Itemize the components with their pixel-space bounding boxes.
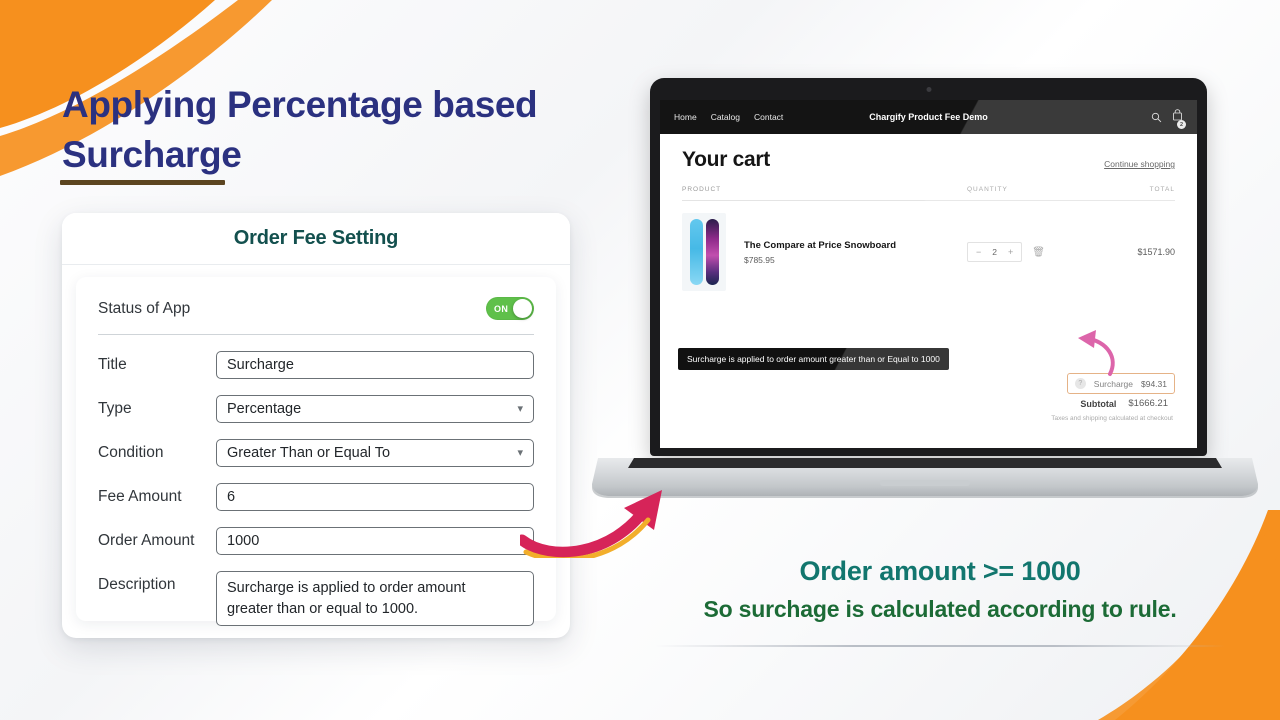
nav-link-contact[interactable]: Contact [754, 112, 783, 122]
nav-link-catalog[interactable]: Catalog [711, 112, 740, 122]
product-name[interactable]: The Compare at Price Snowboard [744, 240, 967, 251]
status-label: Status of App [98, 299, 191, 317]
caption-divider [655, 645, 1225, 647]
field-row-type: Type Percentage ▾ [98, 395, 534, 423]
quantity-stepper[interactable]: − 2 + [967, 242, 1023, 262]
status-of-app-row: Status of App ON [98, 291, 534, 335]
order-amount-input-value: 1000 [227, 533, 260, 549]
trash-icon[interactable]: 🗑 [1032, 247, 1045, 258]
field-label-title: Title [98, 356, 127, 373]
chevron-down-icon: ▾ [517, 446, 523, 459]
pointer-arrow-to-tooltip [1078, 330, 1115, 376]
cart-header-row: Your cart Continue shopping [682, 148, 1175, 172]
nav-links: Home Catalog Contact [674, 112, 783, 122]
left-content-column: Applying Percentage based Surcharge Orde… [0, 0, 600, 720]
cart-title: Your cart [682, 148, 770, 171]
webcam-icon [926, 87, 931, 92]
title-input-value: Surcharge [227, 357, 294, 373]
surcharge-value: $94.31 [1141, 378, 1167, 389]
taxes-note: Taxes and shipping calculated at checkou… [1051, 415, 1173, 422]
laptop-lid: Home Catalog Contact Chargify Product Fe… [650, 78, 1207, 456]
laptop-screen: Home Catalog Contact Chargify Product Fe… [660, 100, 1197, 448]
store-brand-title: Chargify Product Fee Demo [869, 112, 988, 122]
nav-link-home[interactable]: Home [674, 112, 697, 122]
caption-line-1: Order amount >= 1000 [799, 556, 1081, 586]
quantity-increment-button[interactable]: + [1008, 247, 1013, 257]
field-row-order-amount: Order Amount 1000 [98, 527, 534, 555]
chevron-down-icon: ▾ [517, 402, 523, 415]
card-header: Order Fee Setting [62, 213, 570, 265]
caption-block: Order amount >= 1000 So surchage is calc… [640, 556, 1240, 623]
column-header-product: PRODUCT [682, 186, 722, 193]
cart-line-item: The Compare at Price Snowboard $785.95 −… [682, 201, 1175, 307]
page-title: Applying Percentage based Surcharge [62, 84, 538, 176]
type-select-value: Percentage [227, 401, 302, 417]
condition-select[interactable]: Greater Than or Equal To ▾ [216, 439, 534, 467]
cart-count-badge: 2 [1177, 120, 1186, 129]
field-row-description: Description Surcharge is applied to orde… [98, 571, 534, 627]
snowboard-purple-image [705, 219, 719, 285]
nav-icons: 2 [1151, 108, 1186, 129]
description-textarea[interactable]: Surcharge is applied to order amount gre… [216, 571, 534, 627]
line-item-total: $1571.90 [1137, 247, 1175, 257]
cart-column-headers: PRODUCT QUANTITY TOTAL [682, 186, 1175, 201]
field-row-fee-amount: Fee Amount 6 [98, 483, 534, 511]
storefront-nav: Home Catalog Contact Chargify Product Fe… [660, 100, 1197, 134]
cart-icon-wrap[interactable]: 2 [1172, 108, 1186, 129]
continue-shopping-link[interactable]: Continue shopping [1104, 159, 1175, 172]
caption-line-2: So surchage is calculated according to r… [703, 596, 1177, 622]
field-row-condition: Condition Greater Than or Equal To ▾ [98, 439, 534, 467]
fee-amount-input[interactable]: 6 [216, 483, 534, 511]
field-label-description: Description [98, 576, 176, 593]
product-thumbnail[interactable] [682, 213, 726, 291]
field-row-title: Title Surcharge [98, 351, 534, 379]
card-title: Order Fee Setting [233, 227, 399, 249]
subtotal-row: Subtotal $1666.21 [1080, 398, 1175, 409]
type-select[interactable]: Percentage ▾ [216, 395, 534, 423]
subtotal-label: Subtotal [1080, 398, 1117, 409]
field-label-fee-amount: Fee Amount [98, 488, 182, 505]
subtotal-value: $1666.21 [1128, 398, 1168, 409]
order-fee-setting-card: Order Fee Setting Status of App ON Title… [62, 213, 570, 638]
search-icon[interactable] [1151, 112, 1162, 123]
condition-select-value: Greater Than or Equal To [227, 445, 391, 461]
toggle-state-label: ON [494, 303, 509, 314]
quantity-cell: − 2 + 🗑 [967, 242, 1097, 262]
product-unit-price: $785.95 [744, 254, 775, 265]
pointer-arrow-to-laptop [520, 490, 662, 558]
toggle-knob [513, 299, 532, 318]
laptop-mockup: Home Catalog Contact Chargify Product Fe… [590, 78, 1260, 498]
description-textarea-value: Surcharge is applied to order amount gre… [227, 580, 466, 617]
quantity-decrement-button[interactable]: − [976, 247, 981, 257]
app-status-toggle[interactable]: ON [486, 297, 534, 320]
cart-page: Your cart Continue shopping PRODUCT QUAN… [660, 134, 1197, 448]
card-body: Status of App ON Title Surcharge Type Pe… [76, 277, 556, 627]
title-input[interactable]: Surcharge [216, 351, 534, 379]
snowboard-blue-image [689, 219, 703, 285]
column-header-quantity: QUANTITY [967, 186, 1008, 193]
product-info: The Compare at Price Snowboard $785.95 [726, 240, 967, 265]
field-label-order-amount: Order Amount [98, 532, 195, 549]
field-label-type: Type [98, 400, 132, 417]
fee-amount-input-value: 6 [227, 489, 236, 505]
surcharge-tooltip: Surcharge is applied to order amount gre… [678, 348, 949, 370]
field-label-condition: Condition [98, 444, 164, 461]
surcharge-label: Surcharge [1093, 378, 1133, 389]
quantity-value: 2 [992, 247, 997, 257]
title-underline [60, 180, 225, 185]
column-header-total: TOTAL [1149, 186, 1175, 193]
order-amount-input[interactable]: 1000 [216, 527, 534, 555]
cart-totals: ? Surcharge $94.31 Subtotal $1666.21 Tax… [1005, 373, 1175, 422]
